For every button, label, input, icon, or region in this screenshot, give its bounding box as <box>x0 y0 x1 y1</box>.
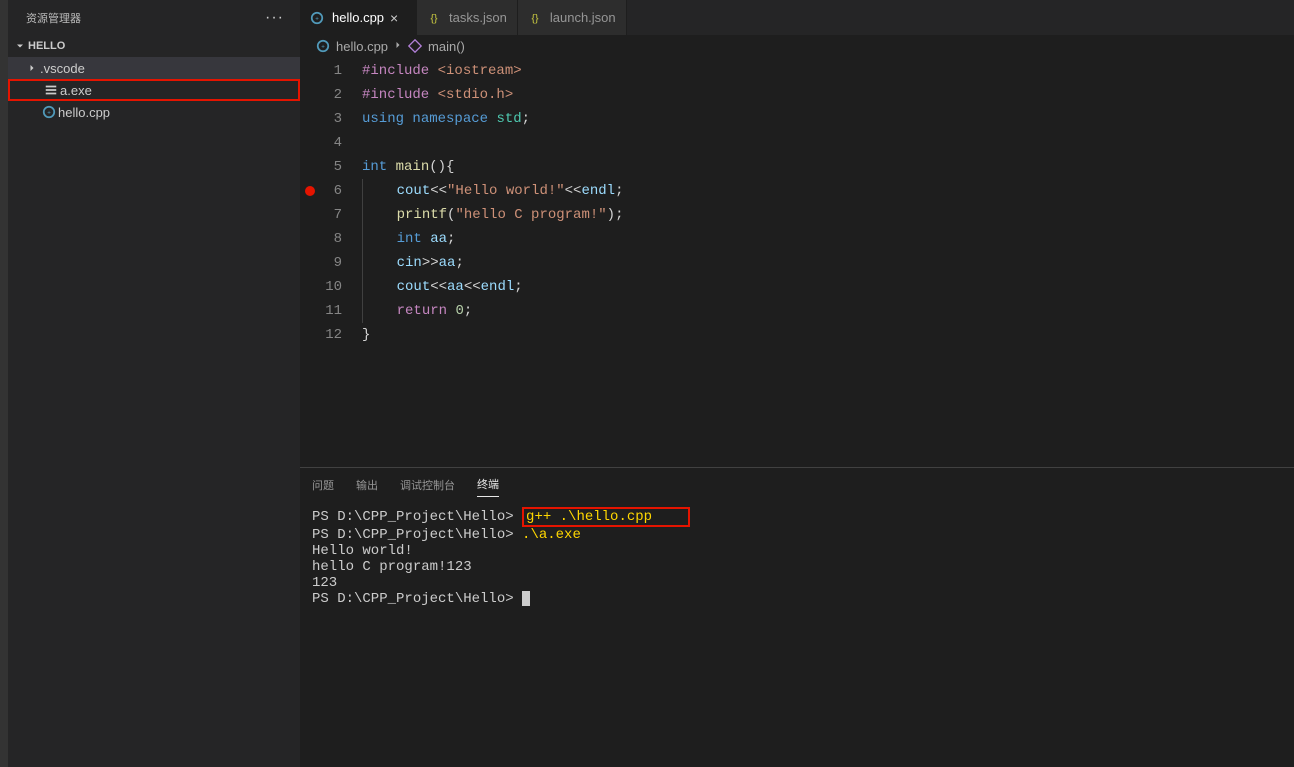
sidebar: 资源管理器 ··· HELLO .vscode a.exe <box>8 0 300 767</box>
tree-item-label: hello.cpp <box>58 105 110 120</box>
svg-text:{}: {} <box>531 12 539 24</box>
tree-item-hellocpp[interactable]: + hello.cpp <box>8 101 300 123</box>
tree-item-label: .vscode <box>40 61 85 76</box>
tabs-bar: + hello.cpp × {} tasks.json {} launch.js… <box>300 0 1294 35</box>
more-actions-icon[interactable]: ··· <box>265 9 284 27</box>
terminal[interactable]: PS D:\CPP_Project\Hello> g++ .\hello.cpp… <box>300 501 1294 767</box>
tab-label: hello.cpp <box>332 10 384 25</box>
panel-tab-terminal[interactable]: 终端 <box>477 472 499 497</box>
tab-tasks-json[interactable]: {} tasks.json <box>417 0 518 35</box>
chevron-right-icon <box>24 62 40 74</box>
tab-label: tasks.json <box>449 10 507 25</box>
gutter[interactable]: 1 2 3 4 5 6 7 8 9 10 11 12 <box>300 59 362 467</box>
activity-bar[interactable] <box>0 0 8 767</box>
editor-area: + hello.cpp × {} tasks.json {} launch.js… <box>300 0 1294 767</box>
terminal-cursor <box>522 591 530 606</box>
tree-item-vscode-folder[interactable]: .vscode <box>8 57 300 79</box>
panel-tab-debug-console[interactable]: 调试控制台 <box>400 473 455 497</box>
breadcrumb-symbol: main() <box>428 39 465 54</box>
code-editor[interactable]: 1 2 3 4 5 6 7 8 9 10 11 12 #include <ios… <box>300 57 1294 467</box>
sidebar-header: 资源管理器 ··· <box>8 0 300 35</box>
svg-text:{}: {} <box>431 12 439 24</box>
svg-text:+: + <box>315 15 319 22</box>
chevron-right-icon <box>392 39 404 54</box>
json-file-icon: {} <box>427 11 443 25</box>
json-file-icon: {} <box>528 11 544 25</box>
tree-item-label: a.exe <box>60 83 92 98</box>
cpp-file-icon: + <box>316 39 332 53</box>
panel-tabs: 问题 输出 调试控制台 终端 <box>300 468 1294 501</box>
close-icon[interactable]: × <box>390 10 406 26</box>
folder-name: HELLO <box>28 40 65 52</box>
folder-section-header[interactable]: HELLO <box>8 35 300 57</box>
svg-text:+: + <box>47 110 51 117</box>
svg-text:+: + <box>321 44 325 51</box>
tab-label: launch.json <box>550 10 616 25</box>
tab-hello-cpp[interactable]: + hello.cpp × <box>300 0 417 35</box>
breadcrumb-file: hello.cpp <box>336 39 388 54</box>
breadcrumb[interactable]: + hello.cpp main() <box>300 35 1294 57</box>
binary-file-icon <box>42 83 60 97</box>
panel-tab-output[interactable]: 输出 <box>356 473 378 497</box>
tab-launch-json[interactable]: {} launch.json <box>518 0 627 35</box>
method-icon <box>408 39 424 53</box>
file-tree: .vscode a.exe + hello.cpp <box>8 57 300 123</box>
cpp-file-icon: + <box>40 105 58 119</box>
chevron-down-icon <box>12 40 28 52</box>
cpp-file-icon: + <box>310 11 326 25</box>
breakpoint-icon[interactable] <box>305 186 315 196</box>
explorer-title: 资源管理器 <box>26 10 81 26</box>
bottom-panel: 问题 输出 调试控制台 终端 PS D:\CPP_Project\Hello> … <box>300 467 1294 767</box>
tree-item-aexe[interactable]: a.exe <box>8 79 300 101</box>
panel-tab-problems[interactable]: 问题 <box>312 473 334 497</box>
code-lines[interactable]: #include <iostream> #include <stdio.h> u… <box>362 59 1294 467</box>
